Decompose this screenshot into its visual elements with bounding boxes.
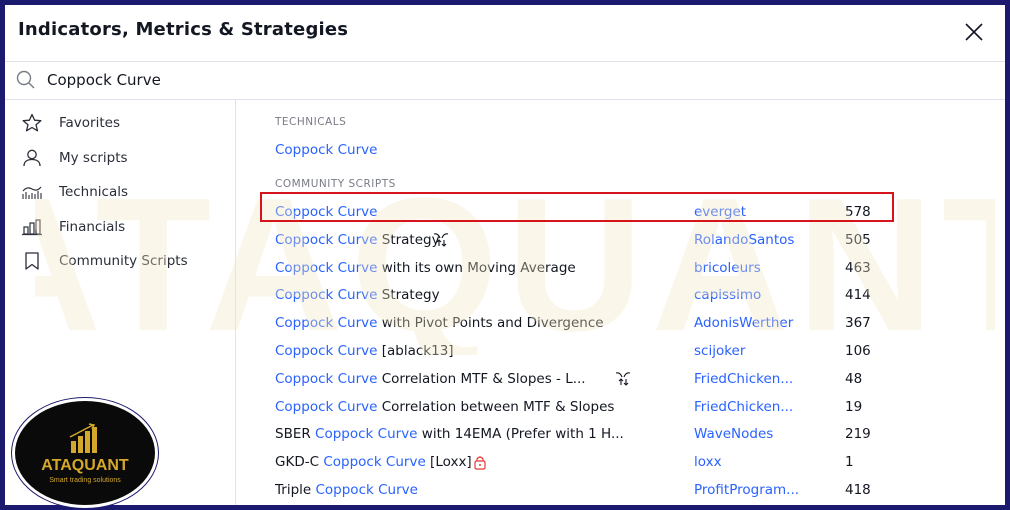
community-script-row[interactable]: Coppock Curve [ablack13] scijoker 106 [236, 337, 1005, 365]
user-icon [21, 148, 43, 168]
script-name[interactable]: SBER Coppock Curve with 14EMA (Prefer wi… [275, 426, 624, 442]
logo-tagline: Smart trading solutions [49, 477, 121, 484]
highlight-box [260, 192, 894, 222]
script-name-suffix: Strategy [377, 287, 440, 304]
script-name-suffix: with Pivot Points and Divergence [377, 315, 604, 332]
script-author[interactable]: ProfitProgram... [694, 482, 799, 498]
community-script-row[interactable]: SBER Coppock Curve with 14EMA (Prefer wi… [236, 420, 1005, 448]
script-name-match: Coppock Curve [275, 398, 378, 415]
sidebar-item-label: My scripts [59, 150, 128, 166]
script-name[interactable]: Coppock Curve with its own Moving Averag… [275, 260, 576, 276]
sidebar-item-financials[interactable]: Financials [5, 211, 234, 243]
script-name-match: Coppock Curve [275, 231, 378, 248]
script-author[interactable]: loxx [694, 454, 722, 470]
script-likes: 463 [845, 259, 871, 276]
dialog-header: Indicators, Metrics & Strategies [5, 5, 1005, 62]
script-name-match: Coppock Curve [315, 426, 418, 443]
community-script-row[interactable]: GKD-C Coppock Curve [Loxx] loxx 1 [236, 448, 1005, 476]
community-script-row[interactable]: Coppock Curve with its own Moving Averag… [236, 254, 1005, 282]
script-likes: 219 [845, 426, 871, 443]
script-name-match: Coppock Curve [275, 343, 378, 359]
script-name-match: Coppock Curve [275, 259, 378, 276]
search-bar [5, 61, 1005, 100]
script-name-suffix: Strategy [377, 231, 440, 248]
script-likes: 505 [845, 231, 871, 248]
logo-bars-icon [69, 423, 97, 453]
bookmark-icon [21, 251, 43, 271]
logo-name: ATAQUANT [41, 457, 129, 474]
script-author[interactable]: RolandoSantos [694, 232, 794, 248]
script-name[interactable]: Coppock Curve [ablack13] [275, 343, 454, 359]
script-name[interactable]: Coppock Curve Strategy [275, 232, 440, 248]
script-name[interactable]: Coppock Curve Strategy [275, 287, 440, 303]
script-name[interactable]: Coppock Curve Correlation between MTF & … [275, 399, 614, 415]
script-name-match: Coppock Curve [275, 287, 378, 304]
strategy-icon [614, 371, 632, 387]
star-icon [21, 113, 43, 133]
community-script-row[interactable]: Coppock Curve Correlation MTF & Slopes -… [236, 365, 1005, 393]
script-author[interactable]: FriedChicken... [694, 371, 793, 387]
sidebar-item-label: Community Scripts [59, 253, 188, 269]
sidebar-item-my-scripts[interactable]: My scripts [5, 142, 234, 174]
sidebar-item-technicals[interactable]: Technicals [5, 176, 234, 208]
sidebar-item-label: Technicals [59, 184, 129, 200]
community-script-row[interactable]: Triple Coppock Curve ProfitProgram... 418 [236, 476, 1005, 504]
script-name-match: Coppock Curve [275, 315, 378, 332]
script-author[interactable]: capissimo [694, 287, 761, 303]
dialog-title: Indicators, Metrics & Strategies [18, 19, 349, 40]
script-name-match: Coppock Curve [275, 370, 378, 387]
script-name-suffix: with 14EMA (Prefer with 1 H... [417, 426, 624, 443]
script-name-prefix: Triple [275, 482, 316, 498]
script-likes: 367 [845, 315, 871, 332]
script-author[interactable]: WaveNodes [694, 426, 773, 442]
script-name-match: Coppock Curve [323, 454, 426, 471]
script-name-suffix: [ablack13] [377, 343, 454, 359]
sidebar-item-community-scripts[interactable]: Community Scripts [5, 245, 234, 277]
community-script-row[interactable]: Coppock Curve Correlation between MTF & … [236, 393, 1005, 421]
indicators-dialog: Indicators, Metrics & Strategies Favorit… [5, 5, 1005, 505]
sidebar-item-favorites[interactable]: Favorites [5, 107, 234, 139]
script-likes: 19 [845, 398, 863, 415]
script-likes: 106 [845, 343, 871, 359]
script-likes: 48 [845, 370, 863, 387]
sidebar-item-label: Financials [59, 219, 126, 235]
script-name[interactable]: GKD-C Coppock Curve [Loxx] [275, 454, 472, 470]
strategy-icon [432, 232, 450, 248]
community-script-row[interactable]: Coppock Curve with Pivot Points and Dive… [236, 309, 1005, 337]
script-likes: 1 [845, 454, 854, 471]
close-icon[interactable] [961, 19, 987, 45]
script-name[interactable]: Triple Coppock Curve [275, 482, 418, 498]
script-author[interactable]: bricoleurs [694, 260, 761, 276]
technicals-result-item[interactable]: Coppock Curve [275, 142, 377, 158]
script-name-suffix: [Loxx] [425, 454, 472, 471]
search-input[interactable] [47, 67, 647, 93]
ataquant-logo: ATAQUANT Smart trading solutions [12, 398, 158, 508]
script-name[interactable]: Coppock Curve Correlation MTF & Slopes -… [275, 371, 586, 387]
section-label-community: COMMUNITY SCRIPTS [275, 178, 396, 190]
script-name-prefix: SBER [275, 426, 316, 443]
sidebar-item-label: Favorites [59, 115, 120, 131]
results-panel: TECHNICALS Coppock Curve COMMUNITY SCRIP… [236, 100, 1005, 505]
script-author[interactable]: AdonisWerther [694, 315, 793, 331]
script-likes: 414 [845, 287, 871, 304]
script-name[interactable]: Coppock Curve with Pivot Points and Dive… [275, 315, 604, 331]
technicals-icon [21, 182, 43, 202]
script-name-suffix: Correlation MTF & Slopes - L... [377, 370, 586, 387]
script-name-suffix: Correlation between MTF & Slopes [377, 398, 615, 415]
community-script-row[interactable]: Coppock Curve Strategy RolandoSantos 505 [236, 226, 1005, 254]
script-name-match: Coppock Curve [315, 482, 418, 498]
script-likes: 418 [845, 482, 871, 498]
search-icon [15, 69, 37, 91]
script-name-suffix: with its own Moving Average [377, 259, 576, 276]
section-label-technicals: TECHNICALS [275, 116, 347, 128]
community-script-row[interactable]: Coppock Curve Strategy capissimo 414 [236, 281, 1005, 309]
script-name-prefix: GKD-C [275, 454, 324, 471]
financials-icon [21, 217, 43, 237]
script-author[interactable]: FriedChicken... [694, 399, 793, 415]
script-author[interactable]: scijoker [694, 343, 745, 359]
lock-icon [471, 454, 489, 470]
